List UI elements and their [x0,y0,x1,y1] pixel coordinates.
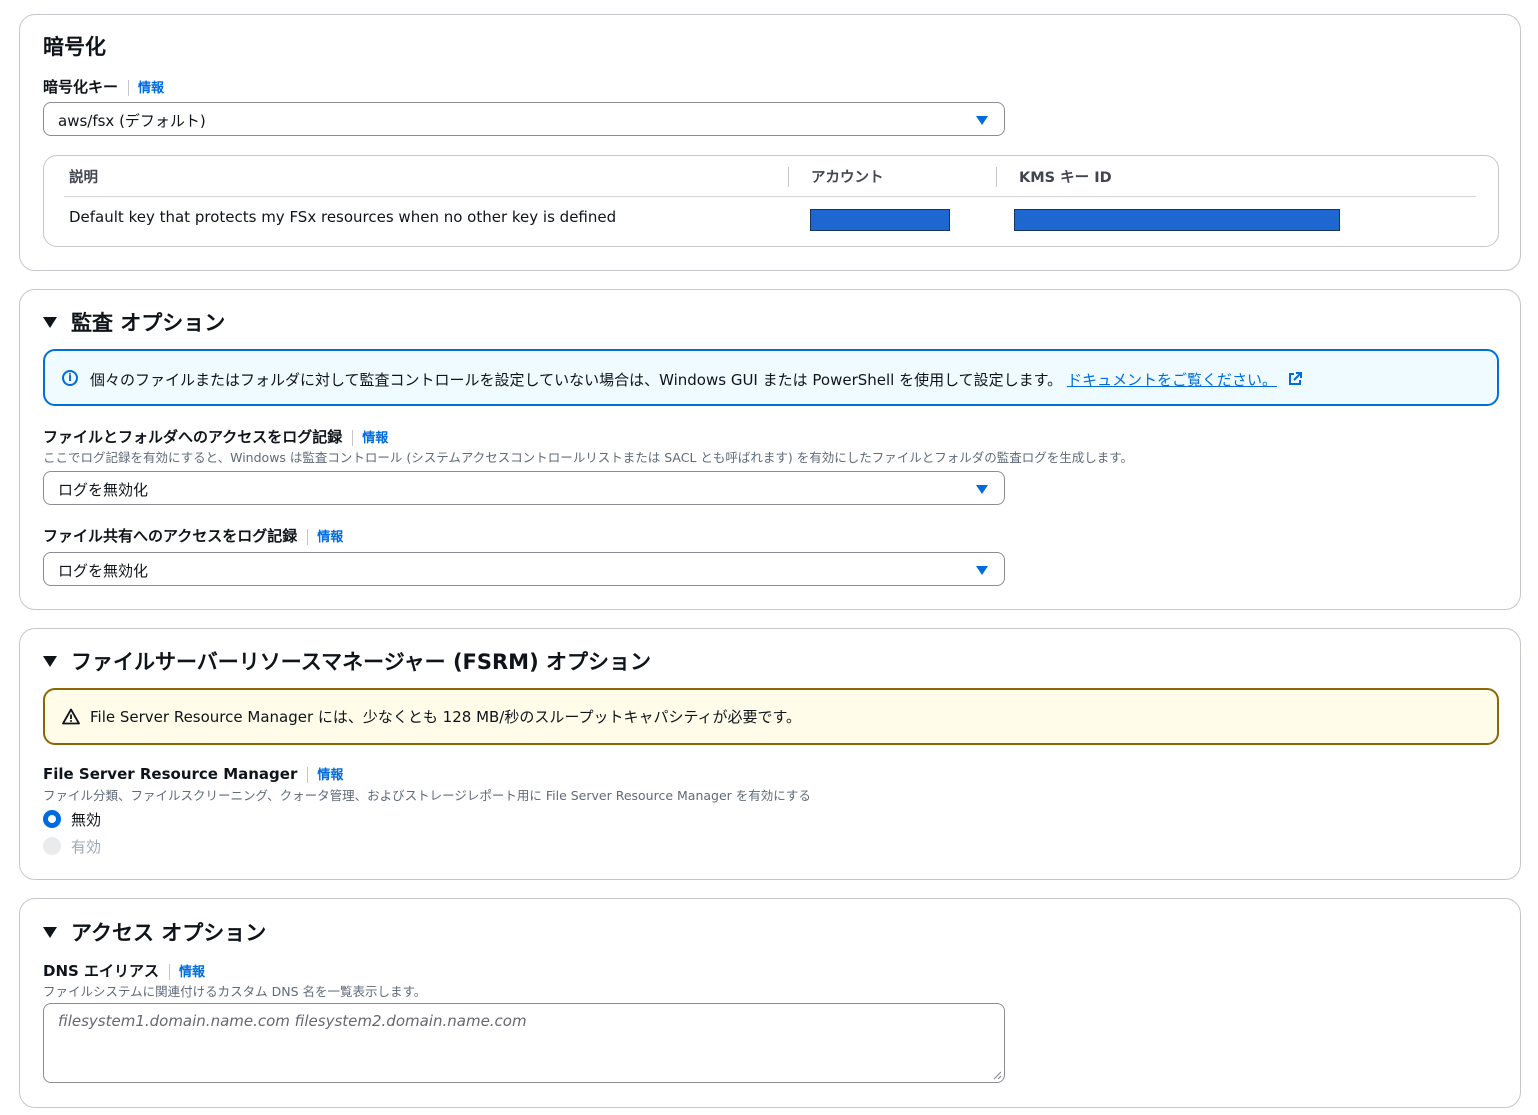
audit-info-alert: i 個々のファイルまたはフォルダに対して監査コントロールを設定していない場合は、… [43,349,1499,406]
col-header-account: アカウント [811,170,884,186]
external-link-icon [1288,372,1302,385]
redacted-account-value [810,209,950,231]
encryption-key-info-link[interactable]: 情報 [138,81,164,96]
dns-alias-placeholder: filesystem1.domain.name.com filesystem2.… [58,1012,527,1030]
audit-options-panel: 監査 オプション i 個々のファイルまたはフォルダに対して監査コントロールを設定… [19,289,1521,610]
fsrm-description: ファイル分類、ファイルスクリーニング、クォータ管理、およびストレージレポート用に… [43,788,811,803]
resize-handle-icon[interactable] [992,1070,1002,1080]
access-options-panel: アクセス オプション DNS エイリアス 情報 ファイルシステムに関連付けるカスタ… [19,898,1521,1108]
fsrm-radio-disabled-label: 無効 [71,811,102,829]
encryption-key-value: aws/fsx (デフォルト) [58,112,206,130]
file-access-log-select[interactable]: ログを無効化 [43,471,1005,505]
caret-down-icon [976,116,988,125]
dns-alias-label-row: DNS エイリアス 情報 [43,960,205,981]
caret-down-icon [43,655,57,667]
kms-key-details-table: 説明 アカウント KMS キー ID Default key that prot… [43,155,1499,247]
fsrm-info-link[interactable]: 情報 [317,768,343,783]
audit-options-title: 監査 オプション [71,311,226,335]
file-access-description: ここでログ記録を有効にすると、Windows は監査コントロール (システムアク… [43,450,1133,465]
caret-down-icon [43,926,57,938]
encryption-key-select[interactable]: aws/fsx (デフォルト) [43,102,1005,136]
share-access-log-select[interactable]: ログを無効化 [43,552,1005,586]
table-header-divider [64,196,1476,197]
separator [352,429,354,446]
separator [128,79,130,96]
fsrm-options-panel: ファイルサーバーリソースマネージャー (FSRM) オプション File Ser… [19,628,1521,880]
fsrm-radio-disabled[interactable] [43,810,61,828]
dns-alias-info-link[interactable]: 情報 [179,965,205,980]
fsrm-warning-alert: File Server Resource Manager には、少なくとも 12… [43,688,1499,745]
column-divider [996,167,997,187]
fsrm-radio-enabled[interactable] [43,837,61,855]
encryption-panel: 暗号化 暗号化キー 情報 aws/fsx (デフォルト) 説明 アカウント KMS… [19,14,1521,271]
file-access-label: ファイルとフォルダへのアクセスをログ記録 [43,428,343,446]
share-access-info-link[interactable]: 情報 [317,530,343,545]
caret-down-icon [43,316,57,328]
share-access-log-value: ログを無効化 [58,562,149,580]
warning-icon [62,708,80,725]
caret-down-icon [976,566,988,575]
column-divider [788,167,789,187]
file-access-info-link[interactable]: 情報 [362,431,388,446]
separator [307,766,309,783]
col-header-kms-key-id: KMS キー ID [1019,170,1112,186]
file-access-log-value: ログを無効化 [58,481,149,499]
fsrm-warning-text: File Server Resource Manager には、少なくとも 12… [90,708,802,726]
audit-alert-text: 個々のファイルまたはフォルダに対して監査コントロールを設定していない場合は、Wi… [90,369,1302,390]
col-header-description: 説明 [69,170,98,186]
fsrm-label-row: File Server Resource Manager 情報 [43,764,343,783]
separator [307,528,309,545]
encryption-title: 暗号化 [43,35,106,59]
caret-down-icon [976,485,988,494]
encryption-key-label: 暗号化キー [43,78,119,96]
redacted-kms-key-id-value [1014,209,1340,231]
share-access-label-row: ファイル共有へのアクセスをログ記録 情報 [43,525,343,546]
fsrm-label: File Server Resource Manager [43,765,298,783]
fsrm-options-toggle[interactable]: ファイルサーバーリソースマネージャー (FSRM) オプション [43,646,651,676]
row-description: Default key that protects my FSx resourc… [69,208,617,226]
access-options-title: アクセス オプション [71,921,267,945]
audit-documentation-link[interactable]: ドキュメントをご覧ください。 [1067,371,1277,389]
dns-alias-textarea[interactable]: filesystem1.domain.name.com filesystem2.… [43,1003,1005,1083]
file-access-label-row: ファイルとフォルダへのアクセスをログ記録 情報 [43,426,388,447]
fsrm-options-title: ファイルサーバーリソースマネージャー (FSRM) オプション [71,650,651,674]
encryption-key-label-row: 暗号化キー 情報 [43,76,164,97]
access-options-toggle[interactable]: アクセス オプション [43,917,266,947]
fsrm-radio-enabled-label: 有効 [71,838,102,856]
audit-alert-message: 個々のファイルまたはフォルダに対して監査コントロールを設定していない場合は、Wi… [90,371,1063,389]
share-access-label: ファイル共有へのアクセスをログ記録 [43,527,298,545]
separator [169,963,171,980]
dns-alias-label: DNS エイリアス [43,962,160,980]
info-icon: i [62,370,78,386]
audit-options-toggle[interactable]: 監査 オプション [43,307,225,337]
dns-alias-description: ファイルシステムに関連付けるカスタム DNS 名を一覧表示します。 [43,984,427,999]
